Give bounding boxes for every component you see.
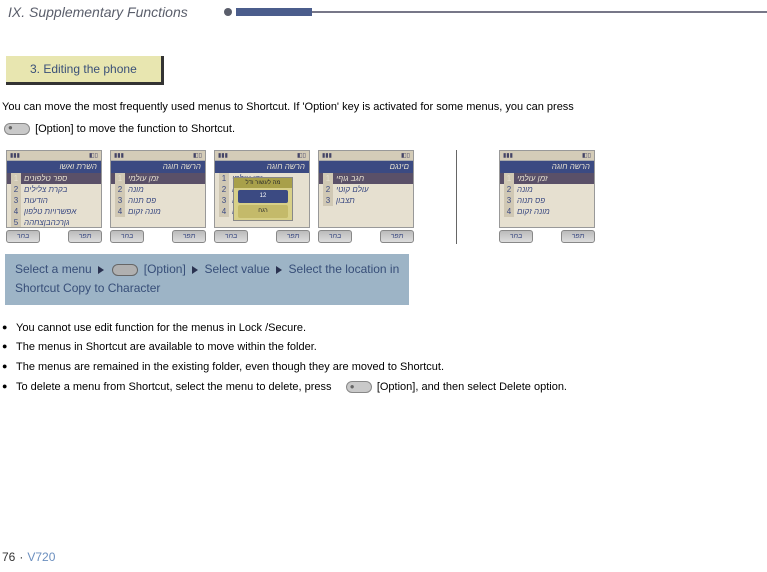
intro-line-2: [Option] to move the function to Shortcu… — [0, 121, 767, 139]
instr-part3: Select value — [204, 262, 269, 276]
instr-part2: [Option] — [144, 262, 186, 276]
header-bullet-icon — [224, 8, 232, 16]
popup-dialog: מה לעשור ודל 12 רגח — [233, 177, 293, 221]
option-key-icon — [112, 264, 138, 276]
popup-title: מה לעשור ודל — [234, 178, 292, 188]
instruction-box: Select a menu [Option] Select value Sele… — [5, 254, 409, 304]
section-heading: 3. Editing the phone — [6, 56, 164, 85]
notes-list: You cannot use edit function for the men… — [0, 319, 767, 398]
note-1: You cannot use edit function for the men… — [2, 319, 765, 339]
note-2: The menus in Shortcut are available to m… — [2, 338, 765, 358]
screen-2-list: 1זמן עולמי 2מונה 3פס תנוה 4מונה זקום — [111, 173, 205, 217]
phone-screen-5: ▮▮▮◧▯ הרשה חוגה 1זמן עולמי 2מונה 3פס תנו… — [499, 150, 595, 244]
phone-screen-2: ▮▮▮◧▯ הרשה חוגה 1זמן עולמי 2מונה 3פס תנו… — [110, 150, 206, 244]
model-name: V720 — [27, 550, 55, 564]
screen-4-list: 1חגב גוףי 2עולם קוטי 3תצבון — [319, 173, 413, 206]
phone-screen-1: ▮▮▮◧▯ השרת ואשו 1ספר טלפונים 2בקרת צלילי… — [6, 150, 102, 244]
screenshots-row: ▮▮▮◧▯ השרת ואשו 1ספר טלפונים 2בקרת צלילי… — [0, 142, 767, 254]
phone-screen-3: ▮▮▮◧▯ הרשה חוגה 1זמן עולמי 2מונה 3פס תנו… — [214, 150, 310, 244]
screen-5-list: 1זמן עולמי 2מונה 3פס תנוה 4מונה זקום — [500, 173, 594, 217]
popup-row-2: רגח — [238, 205, 288, 218]
page-number: 76 — [2, 550, 15, 564]
arrow-icon — [192, 266, 198, 274]
phone-screen-4: ▮▮▮◧▯ םינגם 1חגב גוףי 2עולם קוטי 3תצבון … — [318, 150, 414, 244]
intro-line-1: You can move the most frequently used me… — [0, 99, 767, 117]
instr-part1: Select a menu — [15, 262, 92, 276]
chapter-title: IX. Supplementary Functions — [0, 0, 188, 24]
option-key-icon — [346, 381, 372, 393]
page-footer: 76·V720 — [2, 550, 55, 564]
chapter-header: IX. Supplementary Functions — [0, 0, 767, 24]
arrow-icon — [98, 266, 104, 274]
header-accent-block — [236, 8, 312, 16]
option-key-icon — [4, 123, 30, 135]
note-4: To delete a menu from Shortcut, select t… — [2, 378, 765, 398]
screen-1-list: 1ספר טלפונים 2בקרת צלילים 3הודעות 4אפשרו… — [7, 173, 101, 228]
note-3: The menus are remained in the existing f… — [2, 358, 765, 378]
popup-row-1: 12 — [238, 190, 288, 203]
intro-line-2-text: [Option] to move the function to Shortcu… — [35, 123, 235, 135]
instr-part4: Select the location in — [289, 262, 400, 276]
arrow-icon — [276, 266, 282, 274]
vertical-divider — [456, 150, 457, 244]
instr-part5: Shortcut Copy to Character — [15, 281, 160, 295]
